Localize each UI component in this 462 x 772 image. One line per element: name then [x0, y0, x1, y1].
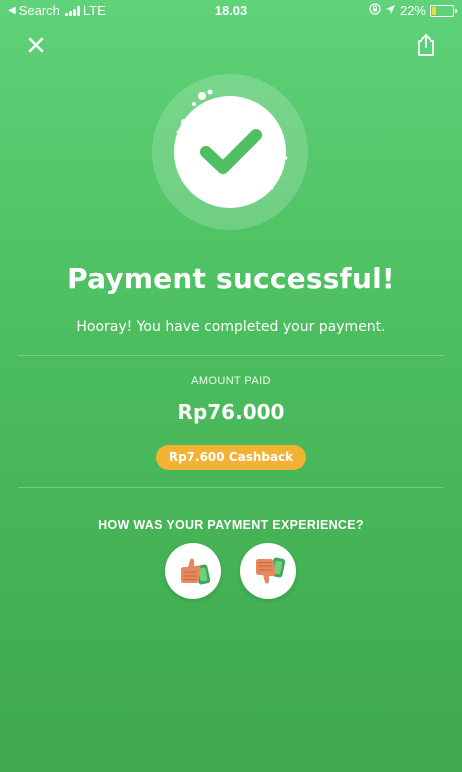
thumbs-up-icon	[181, 558, 211, 585]
feedback-question: HOW WAS YOUR PAYMENT EXPERIENCE?	[98, 518, 364, 532]
battery-percent: 22%	[399, 3, 426, 18]
divider	[18, 487, 444, 488]
share-icon	[418, 34, 434, 56]
location-icon	[385, 3, 396, 18]
status-bar: ◀ Search LTE 18.03 22%	[0, 0, 462, 22]
amount-paid-label: AMOUNT PAID	[191, 375, 271, 387]
thumbs-down-button[interactable]	[240, 543, 296, 599]
close-icon	[28, 37, 44, 53]
battery-tip	[455, 8, 457, 13]
payment-success-screen: ◀ Search LTE 18.03 22% Payment successfu…	[0, 0, 462, 772]
share-button[interactable]	[414, 32, 438, 58]
status-bar-right: 22%	[369, 3, 457, 18]
screen-lock-icon	[369, 3, 381, 18]
close-button[interactable]	[24, 33, 48, 57]
amount-paid-value: Rp76.000	[177, 400, 285, 424]
page-subtitle: Hooray! You have completed your payment.	[76, 319, 386, 335]
battery-level	[432, 6, 436, 15]
page-title: Payment successful!	[67, 262, 395, 295]
divider	[18, 355, 444, 356]
battery-icon	[430, 4, 457, 17]
thumbs-up-button[interactable]	[165, 543, 221, 599]
checkmark-success-icon	[152, 74, 308, 230]
success-illustration	[150, 72, 310, 232]
cashback-badge: Rp7.600 Cashback	[156, 445, 306, 470]
thumbs-down-icon	[256, 557, 286, 584]
